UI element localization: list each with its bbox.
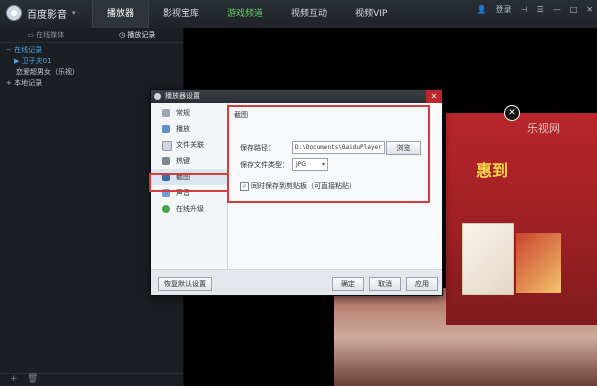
tab-play-history[interactable]: ◷ 播放记录: [92, 28, 184, 42]
dialog-footer: 恢复默认设置 确定 取消 应用: [151, 269, 442, 295]
section-title: 截图: [234, 111, 248, 119]
online-media-icon: ▭: [27, 31, 37, 39]
save-path-input[interactable]: D:\Documents\BaiduPlayer: [292, 141, 385, 154]
play-marker-icon: ▶: [14, 57, 22, 65]
category-sound-label: 声音: [176, 189, 190, 197]
tab-online-media-label: 在线媒体: [36, 31, 65, 39]
clipboard-checkbox-label: 同时保存到剪贴板（可直接粘贴）: [251, 182, 356, 190]
tab-player[interactable]: 播放器: [92, 0, 150, 28]
tree-local-records-label: 本地记录: [14, 79, 43, 87]
maximize-icon[interactable]: □: [570, 5, 578, 14]
category-screenshot-label: 截图: [176, 173, 190, 181]
dialog-logo-icon: [154, 93, 161, 100]
category-file-association-label: 文件关联: [176, 141, 204, 149]
ad-banner[interactable]: 惠到: [446, 113, 597, 325]
upgrade-icon: [162, 205, 170, 213]
watermark: 乐视网: [527, 122, 560, 135]
settings-dialog: 播放器设置 ✕ 常规 播放 文件关联 热键 截图 声音 在线升级 截图 保存路径…: [150, 89, 443, 296]
user-icon[interactable]: 👤: [477, 5, 487, 14]
category-hotkeys-label: 热键: [176, 157, 190, 165]
chevron-down-icon: ▾: [321, 161, 325, 168]
tree-local-records[interactable]: + 本地记录: [0, 78, 183, 89]
history-tree: − 在线记录 ▶ 卫子夫01 恋爱超男女（乐视） + 本地记录: [0, 43, 183, 89]
category-hotkeys[interactable]: 热键: [151, 153, 227, 169]
ad-product-image: [462, 223, 514, 295]
dialog-title-bar: 播放器设置 ✕: [151, 90, 442, 103]
pin-icon[interactable]: ⊣: [521, 5, 528, 14]
camera-icon: [162, 173, 170, 181]
minimize-icon[interactable]: —: [553, 5, 561, 14]
sidebar-tabs: ▭ 在线媒体 ◷ 播放记录: [0, 28, 183, 43]
clipboard-checkbox[interactable]: ✓: [240, 182, 249, 191]
screenshot-settings-panel: 截图 保存路径： D:\Documents\BaiduPlayer 浏览 保存文…: [228, 103, 442, 270]
dialog-title: 播放器设置: [165, 92, 200, 100]
ad-title: 惠到: [476, 161, 509, 180]
category-playback-label: 播放: [176, 125, 190, 133]
file-type-label: 保存文件类型：: [240, 161, 289, 169]
app-name: 百度影音: [27, 9, 67, 21]
speaker-icon: [162, 189, 170, 197]
close-icon[interactable]: ✕: [586, 5, 593, 14]
ok-button[interactable]: 确定: [332, 277, 364, 291]
collapse-icon: −: [6, 46, 15, 54]
category-online-upgrade-label: 在线升级: [176, 205, 204, 213]
file-type-value: JPG: [296, 161, 307, 168]
sidebar-footer: + 🗑: [0, 373, 183, 386]
restore-defaults-button[interactable]: 恢复默认设置: [158, 277, 212, 291]
top-bar: 百度影音 ▾ 播放器 影视宝库 游戏频道 视频互动 视频VIP 👤 登录 ⊣ ☰…: [0, 0, 597, 29]
tree-selected-item[interactable]: ▶ 卫子夫01: [0, 56, 183, 67]
file-type-select[interactable]: JPG ▾: [292, 158, 328, 171]
tab-video-library[interactable]: 影视宝库: [149, 0, 213, 28]
category-screenshot[interactable]: 截图: [151, 169, 227, 185]
keyboard-icon: [162, 157, 170, 165]
tab-video-interaction[interactable]: 视频互动: [277, 0, 341, 28]
tree-selected-item-label: 卫子夫01: [21, 57, 52, 65]
app-menu-chevron-icon[interactable]: ▾: [72, 9, 76, 17]
file-icon: [162, 141, 172, 151]
add-icon[interactable]: +: [10, 374, 18, 384]
tree-online-records-label: 在线记录: [14, 46, 43, 54]
tab-play-history-label: 播放记录: [127, 31, 156, 39]
ad-close-icon[interactable]: ✕: [504, 105, 520, 121]
save-path-label: 保存路径：: [240, 144, 275, 152]
category-file-association[interactable]: 文件关联: [151, 137, 227, 153]
tab-online-media[interactable]: ▭ 在线媒体: [0, 28, 92, 42]
expand-icon: +: [6, 79, 15, 87]
category-sound[interactable]: 声音: [151, 185, 227, 201]
app-logo-icon: [6, 5, 22, 21]
menu-icon[interactable]: ☰: [537, 5, 544, 14]
category-playback[interactable]: 播放: [151, 121, 227, 137]
ad-product-image-2: [516, 233, 561, 293]
browse-button[interactable]: 浏览: [386, 141, 421, 155]
settings-categories: 常规 播放 文件关联 热键 截图 声音 在线升级: [151, 103, 228, 270]
tree-item[interactable]: 恋爱超男女（乐视）: [0, 67, 183, 78]
category-general-label: 常规: [176, 109, 190, 117]
general-icon: [162, 109, 170, 117]
tab-video-vip[interactable]: 视频VIP: [341, 0, 401, 28]
category-general[interactable]: 常规: [151, 105, 227, 121]
tree-online-records[interactable]: − 在线记录: [0, 45, 183, 56]
main-nav: 播放器 影视宝库 游戏频道 视频互动 视频VIP: [92, 0, 401, 28]
tab-game-channel[interactable]: 游戏频道: [213, 0, 277, 28]
dialog-close-button[interactable]: ✕: [426, 90, 442, 103]
app-logo[interactable]: 百度影音 ▾: [6, 5, 76, 21]
cancel-button[interactable]: 取消: [369, 277, 401, 291]
window-controls: 👤 登录 ⊣ ☰ — □ ✕: [477, 4, 593, 15]
category-online-upgrade[interactable]: 在线升级: [151, 201, 227, 217]
trash-icon[interactable]: 🗑: [27, 374, 38, 384]
apply-button[interactable]: 应用: [406, 277, 438, 291]
playback-icon: [162, 125, 170, 133]
login-link[interactable]: 登录: [496, 4, 512, 15]
